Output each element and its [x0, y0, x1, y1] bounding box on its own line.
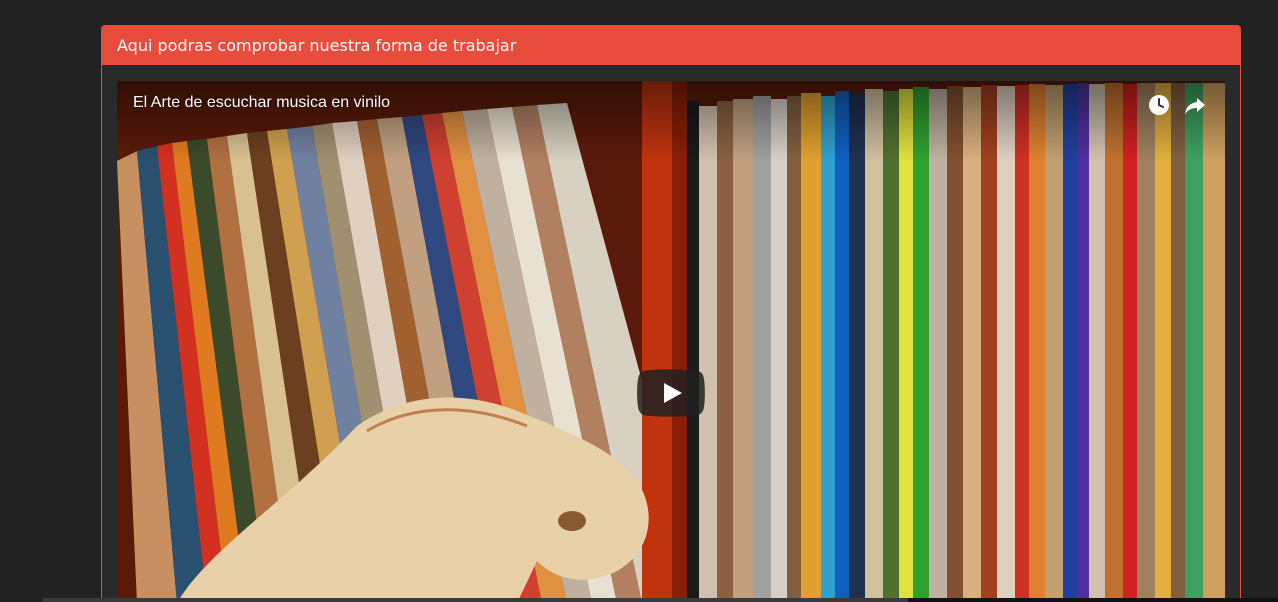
share-icon[interactable]	[1183, 93, 1207, 117]
play-icon[interactable]	[637, 369, 705, 417]
video-title[interactable]: El Arte de escuchar musica en vinilo	[133, 94, 390, 112]
bottom-strip	[43, 598, 1278, 602]
bottom-strip-segment	[43, 598, 908, 602]
title-overlay	[117, 81, 1225, 161]
panel-heading: Aqui podras comprobar nuestra forma de t…	[102, 26, 1240, 65]
video-player[interactable]: El Arte de escuchar musica en vinilo	[117, 81, 1225, 602]
clock-icon[interactable]	[1147, 93, 1171, 117]
video-panel: Aqui podras comprobar nuestra forma de t…	[101, 25, 1241, 602]
